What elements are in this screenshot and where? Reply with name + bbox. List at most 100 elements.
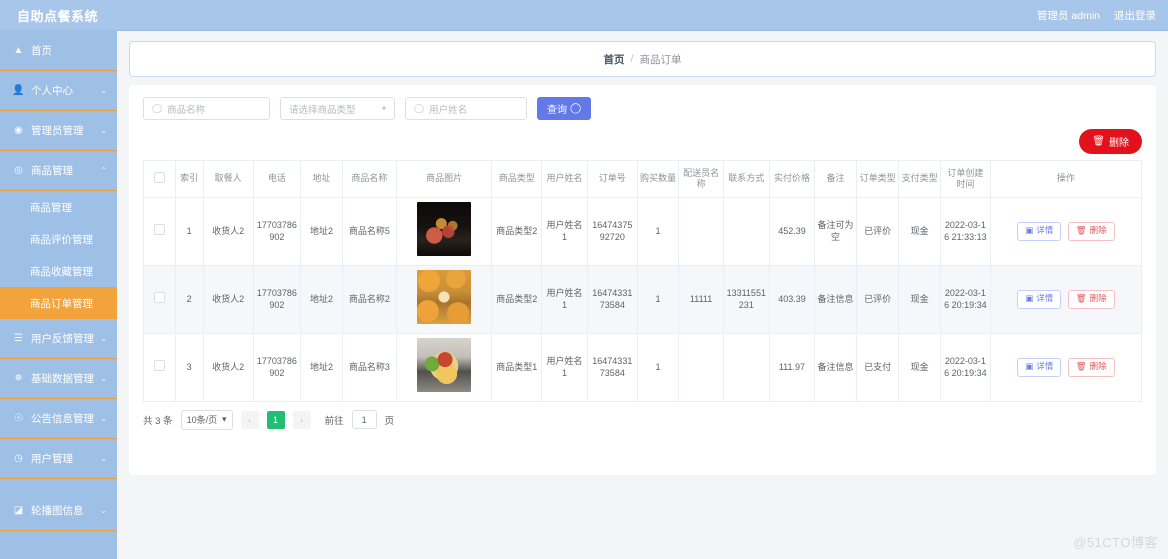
app-title: 自助点餐系统 xyxy=(17,8,99,24)
col-user-name: 用户姓名 xyxy=(541,161,588,198)
batch-delete-button[interactable]: 🗑 删除 xyxy=(1079,129,1142,154)
clock-icon: ◷ xyxy=(14,453,23,464)
table-row[interactable]: 2 收货人2 17703786902 地址2 商品名称2 商品类型2 用户姓名1… xyxy=(144,265,1141,334)
cell-courier xyxy=(678,333,724,402)
cell-operation: ▣ 详情 🗑 删除 xyxy=(990,333,1141,402)
breadcrumb-home[interactable]: 首页 xyxy=(604,52,625,67)
user-name-input[interactable]: ◯ 用户姓名 xyxy=(405,97,527,120)
sidebar-item-admin-management[interactable]: ◉ 管理员管理 ⌄ xyxy=(0,111,117,151)
delete-button[interactable]: 🗑 删除 xyxy=(1067,221,1115,241)
cell-receiver: 收货人2 xyxy=(203,333,254,402)
goods-thumbnail[interactable] xyxy=(417,202,472,257)
search-icon: ◯ xyxy=(152,103,163,113)
breadcrumb: 首页 / 商品订单 xyxy=(129,41,1156,77)
goods-thumbnail[interactable] xyxy=(417,270,472,325)
trash-icon: 🗑 xyxy=(1075,225,1087,236)
page-number-1[interactable]: 1 xyxy=(266,410,285,429)
delete-button[interactable]: 🗑 删除 xyxy=(1067,289,1115,309)
col-quantity: 购买数量 xyxy=(637,161,680,198)
sidebar-item-user-feedback[interactable]: ☰ 用户反馈管理 ⌄ xyxy=(0,319,117,359)
cell-order-no: 1647437592720 xyxy=(587,197,638,266)
cell-goods-type: 商品类型1 xyxy=(491,333,543,402)
cell-goods-type: 商品类型2 xyxy=(491,197,543,266)
detail-button-label: 详情 xyxy=(1036,293,1054,304)
row-checkbox[interactable] xyxy=(153,359,165,371)
col-goods-type: 商品类型 xyxy=(491,161,543,198)
col-contact: 联系方式 xyxy=(723,161,770,198)
detail-button[interactable]: ▣ 详情 xyxy=(1017,357,1062,377)
goods-type-placeholder: 请选择商品类型 xyxy=(289,104,356,116)
delete-button-label: 删除 xyxy=(1089,361,1107,372)
sidebar-item-user-management[interactable]: ◷ 用户管理 ⌄ xyxy=(0,439,117,479)
orders-table-wrapper: 索引 取餐人 电话 地址 商品名称 商品图片 商品类型 用户姓名 订单号 购买数… xyxy=(143,160,1142,402)
row-checkbox[interactable] xyxy=(153,291,165,303)
select-all-checkbox[interactable] xyxy=(153,171,165,183)
cell-operation: ▣ 详情 🗑 删除 xyxy=(990,265,1141,334)
filter-bar: ◯ 商品名称 请选择商品类型 ▾ ◯ 用户姓名 查询 ◯ xyxy=(143,97,1142,120)
goods-name-input[interactable]: ◯ 商品名称 xyxy=(143,97,270,120)
sidebar-item-notice[interactable]: ☉ 公告信息管理 ⌄ xyxy=(0,399,117,439)
sidebar-item-carousel[interactable]: ◪ 轮播图信息 ⌄ xyxy=(0,491,117,531)
logout-button[interactable]: 退出登录 xyxy=(1114,8,1156,23)
sidebar-item-label: 首页 xyxy=(31,45,52,57)
sidebar-subitem-goods[interactable]: 商品管理 xyxy=(0,191,117,223)
cell-quantity: 1 xyxy=(637,265,680,334)
prev-page-button[interactable]: ‹ xyxy=(240,410,259,429)
cell-courier: 11111 xyxy=(678,265,724,334)
jump-page-input[interactable]: 1 xyxy=(351,410,377,429)
detail-button[interactable]: ▣ 详情 xyxy=(1017,221,1062,241)
sidebar-item-label: 基础数据管理 xyxy=(31,373,94,385)
sidebar-item-base-data[interactable]: ✵ 基础数据管理 ⌄ xyxy=(0,359,117,399)
cell-contact xyxy=(723,197,770,266)
sidebar-item-label: 个人中心 xyxy=(31,85,73,97)
sidebar-item-personal-center[interactable]: 👤 个人中心 ⌄ xyxy=(0,71,117,111)
watermark: @51CTO博客 xyxy=(1073,535,1158,550)
col-pay-type: 支付类型 xyxy=(898,161,941,198)
cell-index: 2 xyxy=(175,265,204,334)
sidebar-item-label: 用户反馈管理 xyxy=(31,333,94,345)
cell-user-name: 用户姓名1 xyxy=(541,265,588,334)
trash-icon: 🗑 xyxy=(1092,136,1105,147)
orders-table-body: 1 收货人2 17703786902 地址2 商品名称5 商品类型2 用户姓名1… xyxy=(144,197,1141,402)
chevron-down-icon: ⌄ xyxy=(100,86,107,95)
detail-button[interactable]: ▣ 详情 xyxy=(1017,289,1062,309)
goods-thumbnail[interactable] xyxy=(417,338,472,393)
total-count-label: 共 3 条 xyxy=(143,415,173,427)
chevron-down-icon: ⌄ xyxy=(100,506,107,515)
sidebar-subitem-goods-favorite[interactable]: 商品收藏管理 xyxy=(0,255,117,287)
cell-price: 452.39 xyxy=(769,197,816,266)
cell-create-time: 2022-03-16 20:19:34 xyxy=(940,265,991,334)
cell-order-type: 已评价 xyxy=(856,197,900,266)
sidebar: ▲ 首页 👤 个人中心 ⌄ ◉ 管理员管理 ⌄ ◎ 商品管理 ⌃ 商品管理 商品… xyxy=(0,31,117,559)
sidebar-subitem-goods-review[interactable]: 商品评价管理 xyxy=(0,223,117,255)
top-bar-right: 管理员 admin 退出登录 xyxy=(1037,8,1156,23)
cell-quantity: 1 xyxy=(637,333,680,402)
cell-pay-type: 现金 xyxy=(898,197,941,266)
row-checkbox[interactable] xyxy=(153,223,165,235)
chevron-down-icon: ⌄ xyxy=(100,334,107,343)
col-receiver: 取餐人 xyxy=(203,161,254,198)
cell-goods-name: 商品名称5 xyxy=(342,197,397,266)
next-page-button[interactable]: › xyxy=(292,410,311,429)
table-row[interactable]: 3 收货人2 17703786902 地址2 商品名称3 商品类型1 用户姓名1… xyxy=(144,333,1141,402)
sidebar-item-home[interactable]: ▲ 首页 xyxy=(0,31,117,71)
content-panel: ◯ 商品名称 请选择商品类型 ▾ ◯ 用户姓名 查询 ◯ 🗑 删除 索引 取餐人… xyxy=(129,85,1156,475)
cell-remark: 备注可为空 xyxy=(814,197,857,266)
search-button[interactable]: 查询 ◯ xyxy=(537,97,592,120)
cell-create-time: 2022-03-16 20:19:34 xyxy=(940,333,991,402)
table-row[interactable]: 1 收货人2 17703786902 地址2 商品名称5 商品类型2 用户姓名1… xyxy=(144,197,1141,266)
sidebar-subitem-goods-order[interactable]: 商品订单管理 xyxy=(0,287,117,319)
delete-button-label: 删除 xyxy=(1089,293,1107,304)
row-select-cell xyxy=(144,265,176,334)
sidebar-item-goods-management[interactable]: ◎ 商品管理 ⌃ xyxy=(0,151,117,191)
delete-button[interactable]: 🗑 删除 xyxy=(1067,357,1115,377)
page-size-select[interactable]: 10条/页 ▾ xyxy=(180,409,233,430)
trash-icon: 🗑 xyxy=(1075,293,1087,304)
col-index: 索引 xyxy=(175,161,204,198)
goods-type-select[interactable]: 请选择商品类型 ▾ xyxy=(280,97,395,120)
col-phone: 电话 xyxy=(253,161,302,198)
row-select-cell xyxy=(144,333,176,402)
page-root: 自助点餐系统 管理员 admin 退出登录 ▲ 首页 👤 个人中心 ⌄ ◉ 管理… xyxy=(0,0,1168,559)
jump-unit-label: 页 xyxy=(384,415,395,427)
sidebar-item-label: 管理员管理 xyxy=(31,125,84,137)
